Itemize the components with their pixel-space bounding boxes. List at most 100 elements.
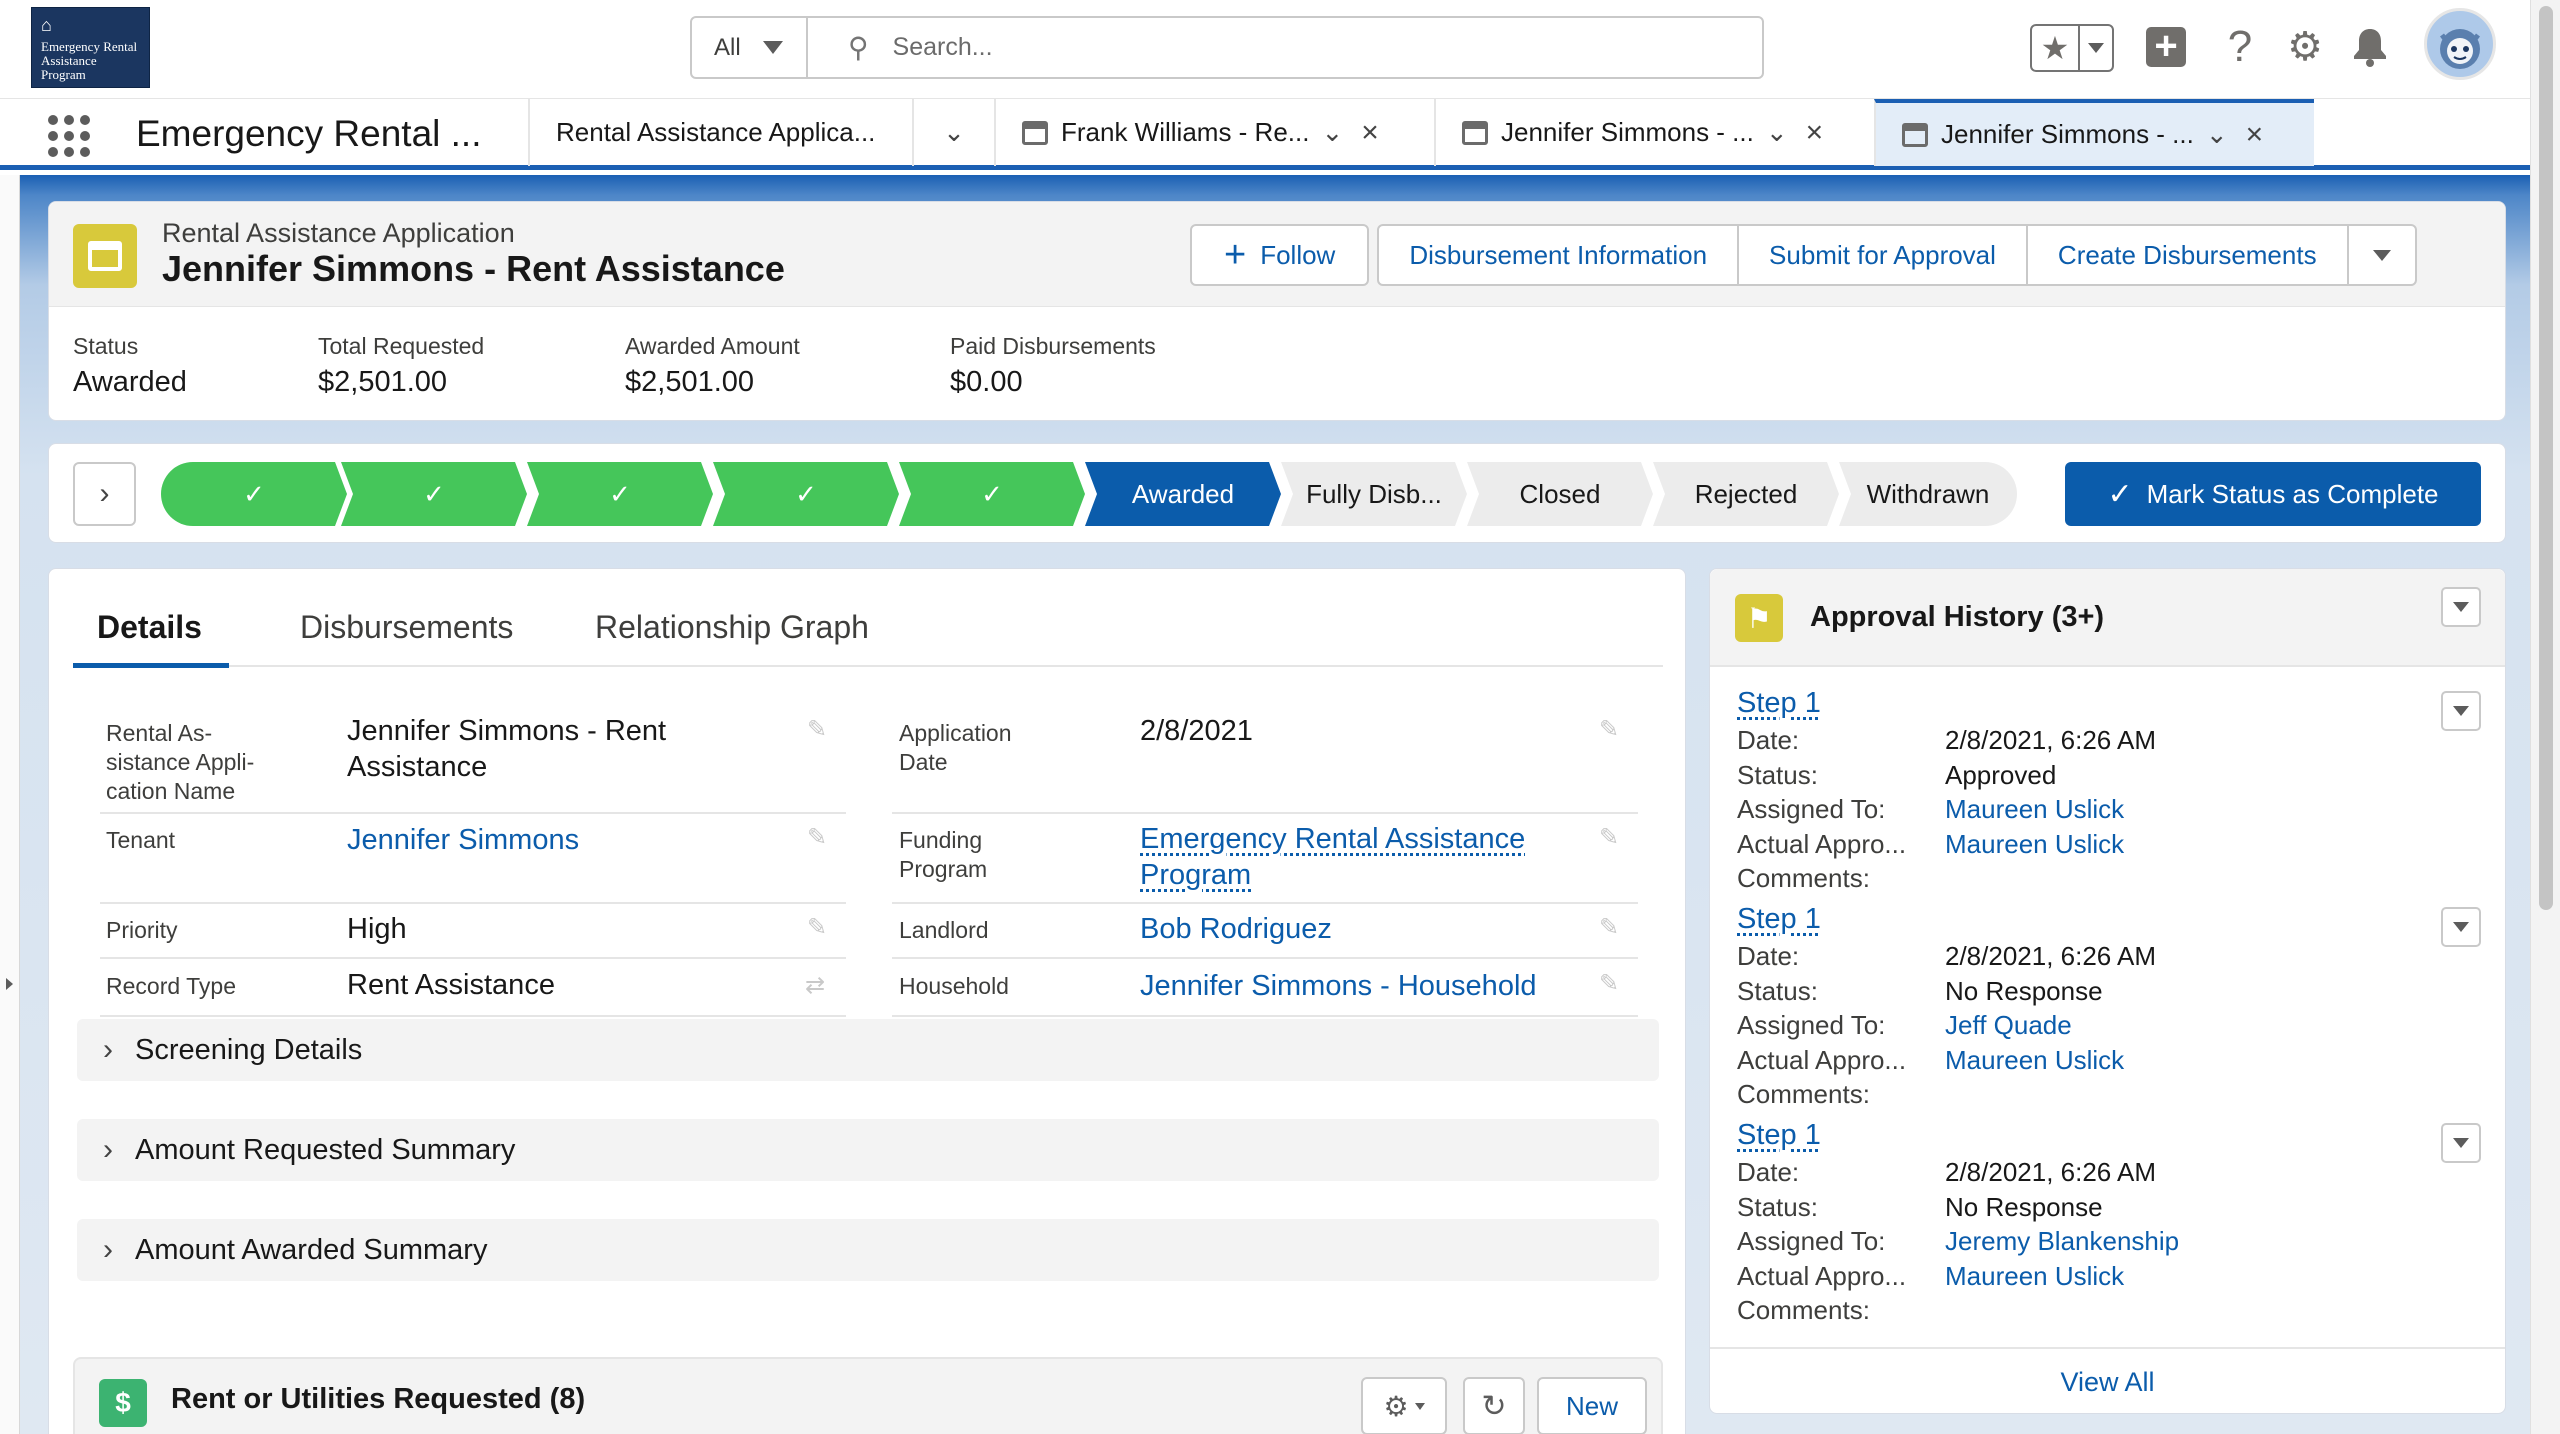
approval-history-menu-button[interactable] [2441,587,2481,627]
setup-gear-icon[interactable]: ⚙ [2280,22,2330,72]
refresh-icon: ↻ [1481,1389,1507,1423]
section-amount-awarded-summary[interactable]: › Amount Awarded Summary [77,1219,1659,1281]
section-amount-requested-summary[interactable]: › Amount Requested Summary [77,1119,1659,1181]
field-divider [100,902,846,904]
new-button[interactable]: New [1537,1377,1647,1434]
help-icon[interactable]: ? [2215,22,2265,72]
approval-step-link[interactable]: Step 1 [1737,687,2477,723]
step-assigned-to-link[interactable]: Jeremy Blankenship [1945,1224,2179,1258]
edit-pencil-icon[interactable]: ✎ [1599,969,1619,998]
field-divider [100,1015,846,1017]
follow-button[interactable]: + Follow [1190,224,1370,286]
refresh-button[interactable]: ↻ [1463,1377,1525,1434]
path-stage-closed[interactable]: Closed [1467,462,1653,526]
path-stage-2[interactable]: ✓ [341,462,527,526]
path-stage-awarded[interactable]: Awarded [1085,462,1281,526]
view-all-link[interactable]: View All [2060,1367,2154,1398]
tab-disbursements[interactable]: Disbursements [300,609,513,646]
field-divider [892,902,1638,904]
active-tab-indicator [73,663,229,668]
app-logo[interactable]: ⌂ Emergency Rental Assistance Program [31,7,150,88]
global-actions-button[interactable]: + [2141,22,2191,72]
field-value-tenant-link[interactable]: Jennifer Simmons [347,822,579,858]
search-scope-select[interactable]: All [692,18,808,77]
highlight-label: Status [73,333,139,359]
field-label-record-type: Record Type [106,973,236,999]
step-status: Approved [1945,759,2057,790]
record-icon [1462,120,1488,145]
path-stage-1[interactable]: ✓ [161,462,347,526]
tab-relationship-graph[interactable]: Relationship Graph [595,609,869,646]
change-record-type-icon[interactable]: ⇄ [805,971,825,1000]
section-screening-details[interactable]: › Screening Details [77,1019,1659,1081]
page-scrollbar[interactable] [2530,0,2560,1434]
edit-pencil-icon[interactable]: ✎ [1599,823,1619,852]
approval-step-menu-button[interactable] [2441,691,2481,731]
path-stage-5[interactable]: ✓ [899,462,1085,526]
path-stage-3[interactable]: ✓ [527,462,713,526]
close-icon[interactable]: × [1361,116,1379,150]
chevron-down-icon[interactable]: ⌄ [1321,117,1343,148]
submit-for-approval-button[interactable]: Submit for Approval [1737,224,2028,286]
close-icon[interactable]: × [1806,116,1824,150]
nav-tab-jennifer-simmons-1[interactable]: Jennifer Simmons - ... ⌄ × [1434,99,1874,166]
notifications-bell-icon[interactable] [2345,22,2395,72]
record-actions: + Follow Disbursement Information Submit… [1190,224,2417,286]
approval-step-menu-button[interactable] [2441,1123,2481,1163]
edit-pencil-icon[interactable]: ✎ [807,913,827,942]
approval-step-link[interactable]: Step 1 [1737,903,2477,939]
field-divider [100,957,846,959]
step-actual-approver-link[interactable]: Maureen Uslick [1945,827,2124,861]
field-value-landlord-link[interactable]: Bob Rodriguez [1140,911,1332,947]
approval-history-title: Approval History (3+) [1810,601,2105,633]
user-avatar[interactable] [2424,8,2496,80]
favorites-star-icon[interactable]: ★ [2032,26,2080,70]
field-value-application-name: Jennifer Simmons - Rent Assistance [347,715,667,783]
edit-pencil-icon[interactable]: ✎ [1599,715,1619,744]
close-icon[interactable]: × [2246,118,2264,152]
nav-tab-jennifer-simmons-2[interactable]: Jennifer Simmons - ... ⌄ × [1874,99,2314,166]
chevron-down-icon: ⌄ [943,117,965,147]
approval-step-link[interactable]: Step 1 [1737,1119,2477,1155]
record-icon [1902,122,1928,147]
list-settings-button[interactable]: ⚙ [1361,1377,1447,1434]
logo-text: Emergency Rental Assistance Program [41,39,138,82]
path-stage-rejected[interactable]: Rejected [1653,462,1839,526]
nav-tab-applications[interactable]: Rental Assistance Applica... [528,99,912,166]
edit-pencil-icon[interactable]: ✎ [807,715,827,744]
approval-step-menu-button[interactable] [2441,907,2481,947]
step-actual-approver-link[interactable]: Maureen Uslick [1945,1043,2124,1077]
nav-tab-frank-williams[interactable]: Frank Williams - Re... ⌄ × [994,99,1434,166]
tab-details[interactable]: Details [97,609,202,646]
search-input[interactable] [892,33,1693,62]
app-launcher-icon[interactable] [48,115,90,157]
favorites-menu-button[interactable] [2080,26,2112,70]
chevron-down-icon [762,41,783,54]
path-stage-label: Awarded [1131,478,1235,509]
utility-sidebar-edge[interactable] [0,175,20,1434]
chevron-down-icon[interactable]: ⌄ [2206,119,2228,150]
search-icon: ⚲ [848,32,869,63]
chevron-down-icon[interactable]: ⌄ [1766,117,1788,148]
field-value-record-type: Rent Assistance [347,969,555,1001]
field-value-household-link[interactable]: Jennifer Simmons - Household [1140,968,1537,1004]
section-title: Screening Details [135,1033,363,1066]
nav-tab-menu-button[interactable]: ⌄ [912,99,994,166]
chevron-down-icon [2372,249,2391,261]
path-stage-4[interactable]: ✓ [713,462,899,526]
scrollbar-thumb[interactable] [2539,6,2553,910]
step-assigned-to-link[interactable]: Jeff Quade [1945,1008,2072,1042]
path-stage-withdrawn[interactable]: Withdrawn [1839,462,2017,526]
path-stage-fully-disbursed[interactable]: Fully Disb... [1281,462,1467,526]
edit-pencil-icon[interactable]: ✎ [1599,913,1619,942]
create-disbursements-button[interactable]: Create Disbursements [2025,224,2349,286]
step-assigned-to-link[interactable]: Maureen Uslick [1945,792,2124,826]
mark-status-complete-button[interactable]: ✓ Mark Status as Complete [2065,462,2481,526]
step-label: Comments: [1737,863,1870,893]
edit-pencil-icon[interactable]: ✎ [807,823,827,852]
path-details-toggle[interactable]: › [73,462,136,526]
field-value-funding-program-link[interactable]: Emergency Rental Assistance Program [1140,821,1525,893]
more-actions-button[interactable] [2346,224,2417,286]
step-actual-approver-link[interactable]: Maureen Uslick [1945,1259,2124,1293]
disbursement-information-button[interactable]: Disbursement Information [1377,224,1740,286]
